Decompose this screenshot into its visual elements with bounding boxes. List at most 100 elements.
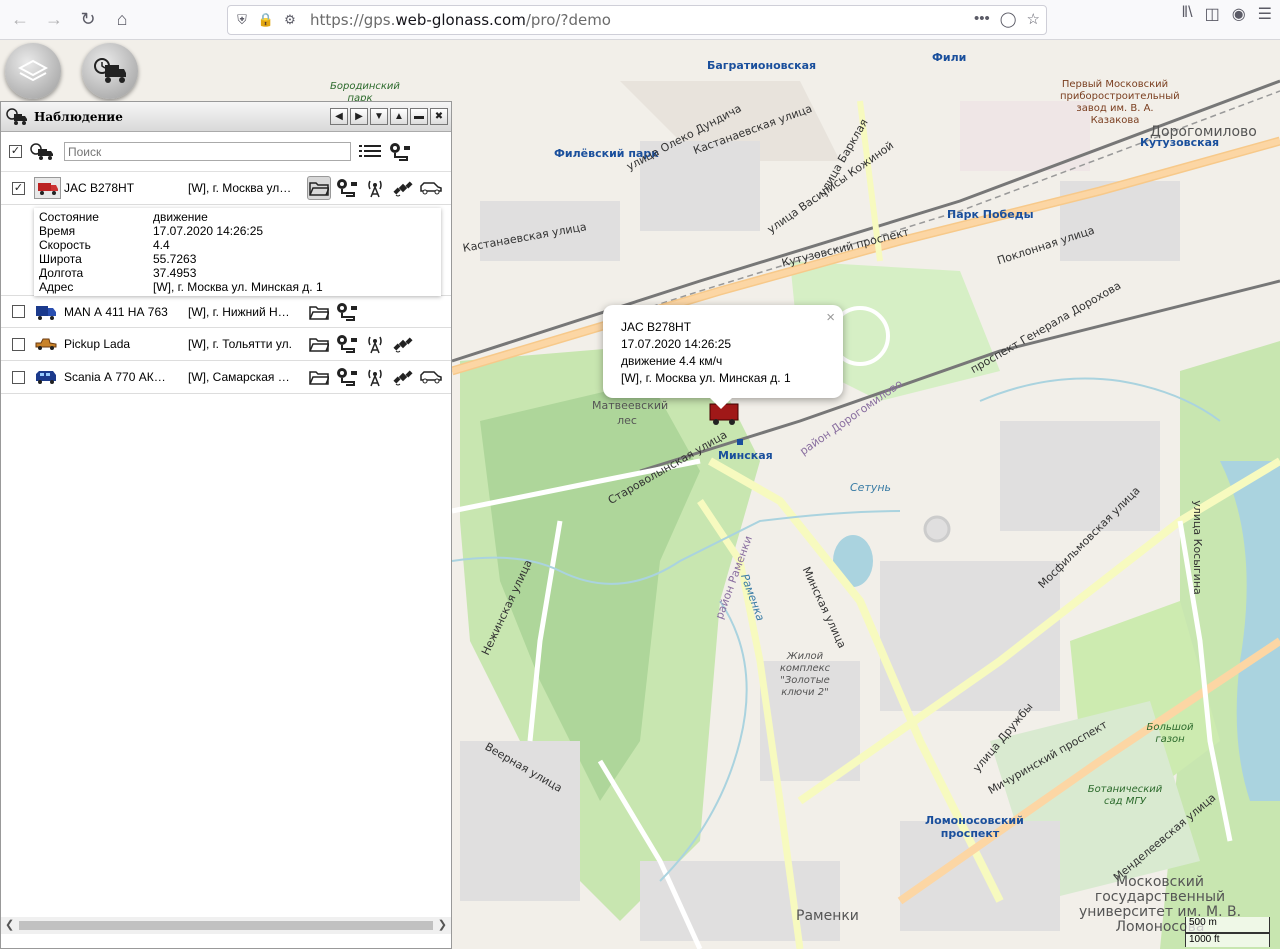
detail-value: [W], г. Москва ул. Минская д. 1 xyxy=(153,280,323,294)
scroll-left-icon[interactable]: ❮ xyxy=(5,918,14,931)
bookmark-star-icon[interactable]: ☆ xyxy=(1027,10,1040,28)
car-side-icon[interactable] xyxy=(419,365,443,389)
menu-icon[interactable]: ☰ xyxy=(1258,4,1272,24)
detail-value: 17.07.2020 14:26:25 xyxy=(153,224,264,238)
layers-button[interactable] xyxy=(5,43,61,99)
detail-key: Время xyxy=(39,224,76,238)
area-label: Раменки xyxy=(796,908,859,924)
metro-label: Багратионовская xyxy=(707,59,817,72)
map-scale: 500 m 1000 ft xyxy=(1185,917,1270,947)
detail-key: Широта xyxy=(39,252,82,266)
detail-key: Состояние xyxy=(39,210,99,224)
vehicle-popup: × JAC В278НТ 17.07.2020 14:26:25 движени… xyxy=(603,305,843,398)
shield-icon[interactable]: ⛨ xyxy=(232,12,252,28)
collapse-up-button[interactable]: ▲ xyxy=(390,108,408,125)
vehicle-name: Pickup Lada xyxy=(64,337,131,351)
folder-icon[interactable] xyxy=(307,176,331,200)
lock-icon[interactable]: 🔒 xyxy=(256,12,276,28)
url-text[interactable]: https://gps.web-glonass.com/pro/?demo xyxy=(310,11,611,29)
prev-button[interactable]: ◀ xyxy=(330,108,348,125)
scrollbar-thumb[interactable] xyxy=(19,921,433,930)
satellite-icon[interactable] xyxy=(391,365,415,389)
detail-value: 4.4 xyxy=(153,238,170,252)
route-pin-icon[interactable] xyxy=(335,332,359,356)
select-all-checkbox[interactable]: ✓ xyxy=(9,145,22,158)
detail-value: 55.7263 xyxy=(153,252,197,266)
route-pin-icon[interactable] xyxy=(335,300,359,324)
vehicle-row[interactable]: ✓ JAC В278НТ [W], г. Москва ул. Минская … xyxy=(1,172,451,205)
back-icon[interactable]: ← xyxy=(4,4,36,36)
detail-value: 37.4953 xyxy=(153,266,197,280)
vehicle-row[interactable]: MAN А 411 НА 763 [W], г. Нижний Новгород xyxy=(1,295,451,328)
reload-icon[interactable]: ↻ xyxy=(72,4,104,36)
detail-value: движение xyxy=(153,210,208,224)
area-label: Дорогомилово xyxy=(1150,124,1257,140)
popup-vehicle-name: JAC В278НТ xyxy=(621,320,692,334)
popup-pointer xyxy=(709,397,733,409)
street-label: улица Косыгина xyxy=(1190,500,1204,595)
vehicle-checkbox[interactable] xyxy=(12,305,25,318)
close-icon[interactable]: × xyxy=(826,309,835,326)
antenna-icon[interactable] xyxy=(363,332,387,356)
vehicle-details: Состояние движение Время 17.07.2020 14:26:… xyxy=(34,208,441,296)
popup-time: 17.07.2020 14:26:25 xyxy=(621,337,732,351)
minimize-button[interactable]: ▬ xyxy=(410,108,428,125)
search-input[interactable] xyxy=(64,142,351,161)
browser-toolbar: ← → ↻ ⌂ ⛨ 🔒 ⚙ https://gps.web-glonass.co… xyxy=(0,0,1280,40)
poi-label: Жилой комплекс "Золотые ключи 2" xyxy=(779,651,831,698)
popup-address: [W], г. Москва ул. Минская д. 1 xyxy=(621,371,791,385)
expand-down-button[interactable]: ▼ xyxy=(370,108,388,125)
poi-label: Большой газон xyxy=(1146,722,1194,745)
list-icon[interactable] xyxy=(359,143,381,161)
vehicle-address: [W], г. Нижний Новгород xyxy=(188,305,294,319)
close-button[interactable]: ✖ xyxy=(430,108,448,125)
vehicle-checkbox[interactable]: ✓ xyxy=(12,181,25,195)
car-side-icon[interactable] xyxy=(419,176,443,200)
tracking-button[interactable] xyxy=(82,43,138,99)
horizontal-scrollbar[interactable]: ❮ ❯ xyxy=(1,917,451,934)
route-pin-icon[interactable] xyxy=(335,365,359,389)
permissions-icon[interactable]: ⚙ xyxy=(280,12,300,28)
antenna-icon[interactable] xyxy=(363,176,387,200)
detail-key: Адрес xyxy=(39,280,74,294)
poi-label: Ботанический сад МГУ xyxy=(1087,784,1163,807)
folder-icon[interactable] xyxy=(307,332,331,356)
area-label: Матвеевский лес xyxy=(592,399,669,427)
page-actions-icon[interactable]: ••• xyxy=(974,10,990,28)
river-label: Сетунь xyxy=(850,481,892,494)
detail-key: Долгота xyxy=(39,266,84,280)
folder-icon[interactable] xyxy=(307,300,331,324)
vehicle-name: JAC В278НТ xyxy=(64,181,135,195)
scroll-right-icon[interactable]: ❯ xyxy=(438,918,447,931)
vehicle-row[interactable]: Pickup Lada [W], г. Тольятти ул. xyxy=(1,328,451,361)
vehicle-address: [W], г. Тольятти ул. xyxy=(188,337,292,351)
forward-icon[interactable]: → xyxy=(38,4,70,36)
pickup-icon xyxy=(34,334,58,354)
account-icon[interactable]: ◉ xyxy=(1232,4,1246,24)
truck-clock-icon xyxy=(94,58,126,83)
vehicle-checkbox[interactable] xyxy=(12,370,25,384)
address-bar[interactable]: ⛨ 🔒 ⚙ https://gps.web-glonass.com/pro/?d… xyxy=(227,5,1047,35)
satellite-icon[interactable] xyxy=(391,332,415,356)
bus-icon xyxy=(34,367,58,387)
pocket-icon[interactable]: ◯ xyxy=(1000,10,1017,28)
detail-key: Скорость xyxy=(39,238,91,252)
route-pin-icon[interactable] xyxy=(335,176,359,200)
vehicle-row[interactable]: Scania А 770 АК 763 [W], Самарская обл. xyxy=(1,361,451,394)
library-icon[interactable]: ‖\ xyxy=(1182,4,1193,24)
panel-header[interactable]: Наблюдение ◀ ▶ ▼ ▲ ▬ ✖ xyxy=(1,102,451,132)
sidebar-icon[interactable]: ◫ xyxy=(1205,4,1220,24)
route-pin-icon[interactable] xyxy=(389,142,411,162)
vehicle-address: [W], Самарская обл. xyxy=(188,370,294,384)
next-button[interactable]: ▶ xyxy=(350,108,368,125)
antenna-icon[interactable] xyxy=(363,365,387,389)
blue-truck-icon xyxy=(34,302,58,322)
folder-icon[interactable] xyxy=(307,365,331,389)
vehicle-group-icon[interactable] xyxy=(30,142,54,162)
vehicle-checkbox[interactable] xyxy=(12,337,25,351)
satellite-icon[interactable] xyxy=(391,176,415,200)
metro-label: Ломоносовский проспект xyxy=(925,814,1024,840)
panel-title: Наблюдение xyxy=(34,109,123,124)
home-icon[interactable]: ⌂ xyxy=(106,4,138,36)
popup-status: движение 4.4 км/ч xyxy=(621,354,723,368)
